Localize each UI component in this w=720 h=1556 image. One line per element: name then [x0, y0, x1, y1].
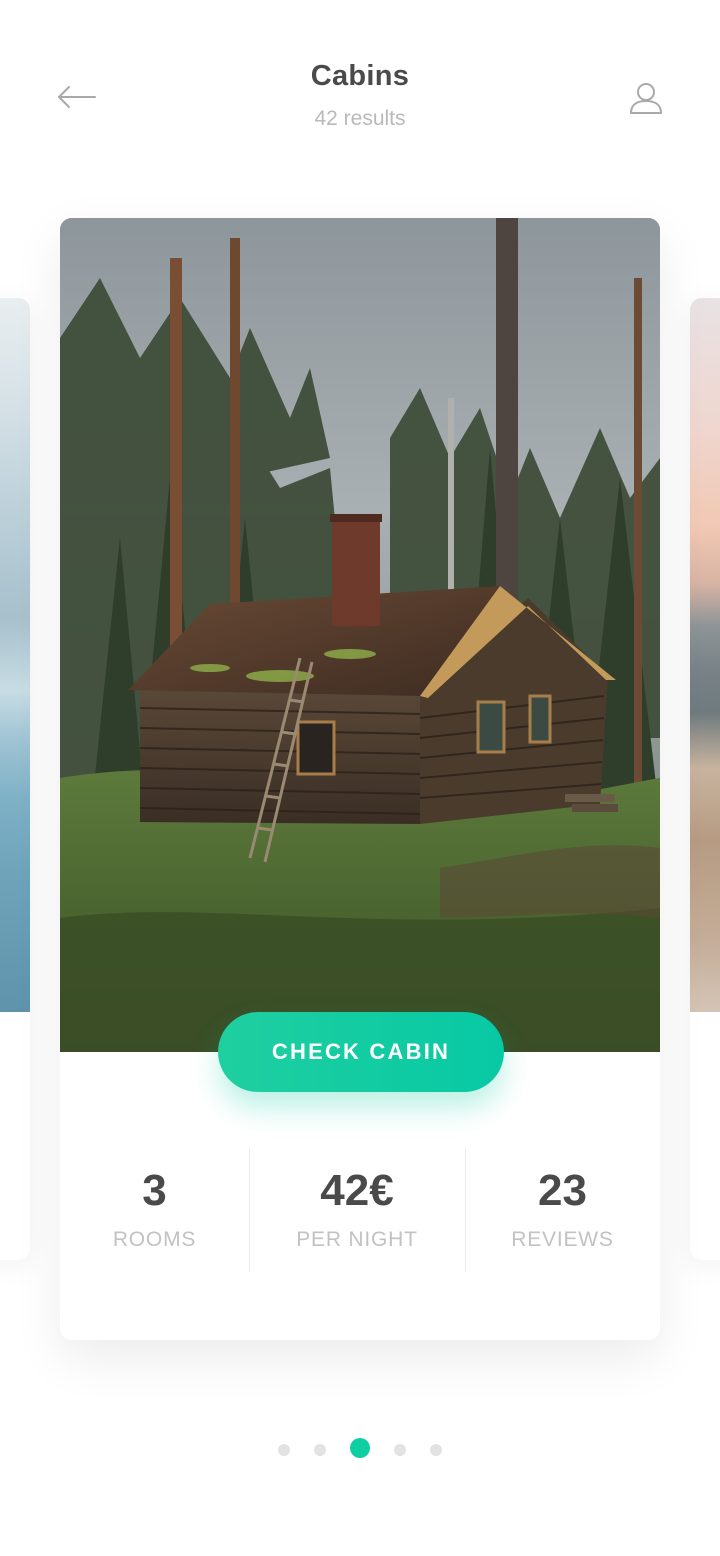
cabin-card[interactable]: CHECK CABIN 3 ROOMS 42€ PER NIGHT 23 REV…	[60, 218, 660, 1340]
stat-label: ROOMS	[112, 1228, 197, 1251]
header: Cabins 42 results	[0, 0, 720, 180]
previous-cabin-image	[0, 298, 30, 1012]
pagination-dot-active[interactable]	[350, 1438, 370, 1458]
stat-value: 3	[142, 1166, 167, 1215]
check-cabin-button[interactable]: CHECK CABIN	[218, 1012, 504, 1092]
page-title: Cabins	[310, 60, 410, 92]
stat-label: REVIEWS	[511, 1228, 614, 1251]
stat-reviews: 23 REVIEWS	[465, 1148, 660, 1272]
pagination-dots	[0, 1438, 720, 1462]
previous-cabin-card[interactable]	[0, 298, 30, 1260]
stat-value: 23	[538, 1166, 587, 1215]
stat-value: 42€	[320, 1166, 394, 1215]
results-count: 42 results	[314, 107, 406, 130]
stat-price: 42€ PER NIGHT	[249, 1148, 465, 1272]
pagination-dot[interactable]	[430, 1444, 442, 1456]
stat-divider	[465, 1148, 466, 1272]
pagination-dot[interactable]	[278, 1444, 290, 1456]
user-icon	[630, 83, 662, 114]
pagination-dot[interactable]	[394, 1444, 406, 1456]
stat-divider	[249, 1148, 250, 1272]
cabin-stats: 3 ROOMS 42€ PER NIGHT 23 REVIEWS	[60, 1148, 660, 1272]
profile-button[interactable]	[622, 74, 670, 122]
next-cabin-card[interactable]	[690, 298, 720, 1260]
stat-rooms: 3 ROOMS	[60, 1148, 249, 1272]
next-cabin-image	[690, 298, 720, 1012]
cabin-image	[60, 218, 660, 1052]
stat-label: PER NIGHT	[296, 1228, 418, 1251]
pagination-dot[interactable]	[314, 1444, 326, 1456]
